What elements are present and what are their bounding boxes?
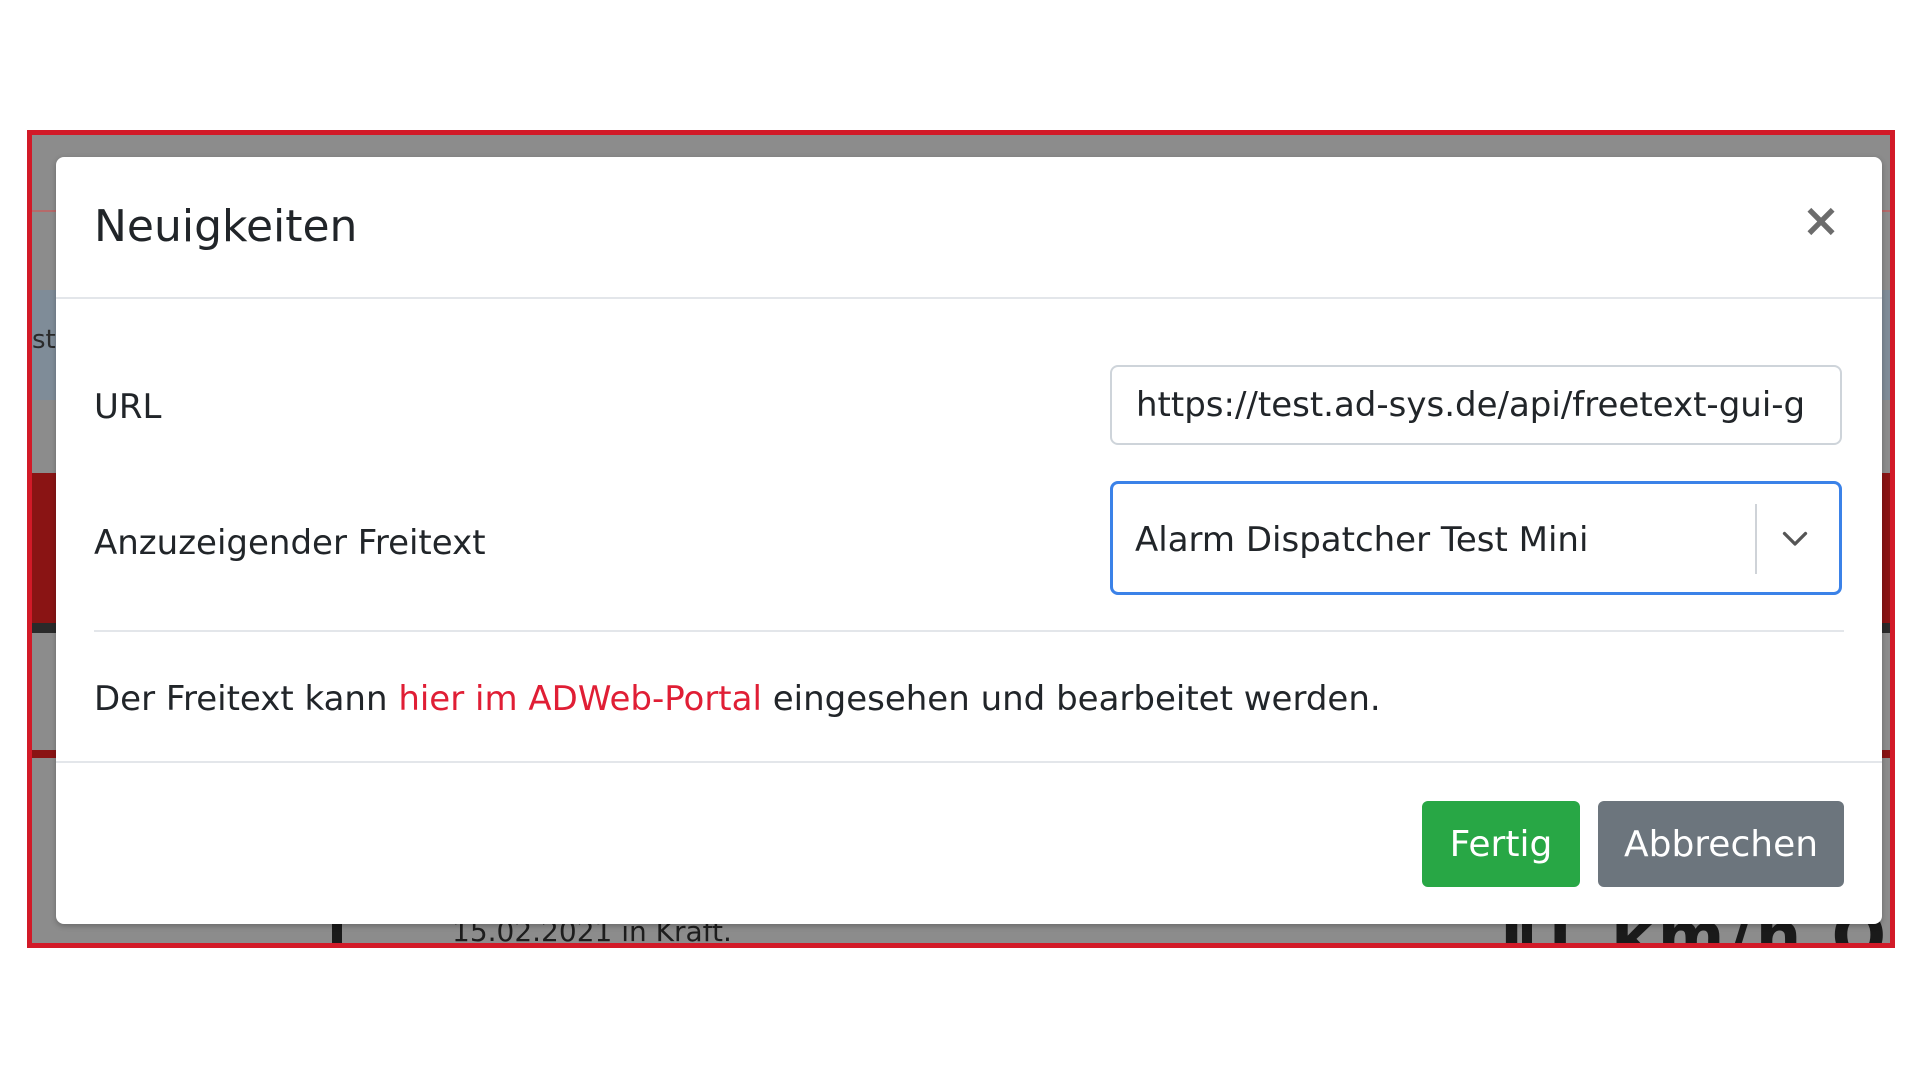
modal-header: Neuigkeiten ×	[56, 157, 1882, 299]
url-label: URL	[94, 387, 162, 427]
info-prefix: Der Freitext kann	[94, 679, 399, 719]
news-modal: Neuigkeiten × URL Anzuzeigender Freitext…	[56, 157, 1882, 924]
screenshot-frame: st 15.02.2021 in Kraft. 11 km/h O Neuigk…	[27, 130, 1895, 948]
url-input[interactable]	[1110, 365, 1842, 445]
freetext-selected-value: Alarm Dispatcher Test Mini	[1135, 520, 1589, 560]
background-green-pill	[62, 943, 132, 948]
modal-footer-divider	[56, 761, 1882, 763]
chevron-down-icon[interactable]	[1777, 520, 1813, 556]
info-suffix: eingesehen und bearbeitet werden.	[761, 679, 1381, 719]
done-button[interactable]: Fertig	[1422, 801, 1580, 887]
info-text: Der Freitext kann hier im ADWeb-Portal e…	[94, 679, 1381, 719]
cancel-button[interactable]: Abbrechen	[1598, 801, 1844, 887]
freetext-select[interactable]: Alarm Dispatcher Test Mini	[1110, 481, 1842, 595]
modal-title: Neuigkeiten	[94, 201, 358, 252]
select-separator	[1755, 504, 1757, 574]
freetext-label: Anzuzeigender Freitext	[94, 523, 486, 563]
background-peek-text: st	[32, 325, 56, 355]
adweb-portal-link[interactable]: hier im ADWeb-Portal	[398, 679, 762, 719]
close-icon[interactable]: ×	[1798, 197, 1844, 243]
content-divider	[94, 630, 1844, 632]
background-red-pill	[172, 943, 312, 948]
